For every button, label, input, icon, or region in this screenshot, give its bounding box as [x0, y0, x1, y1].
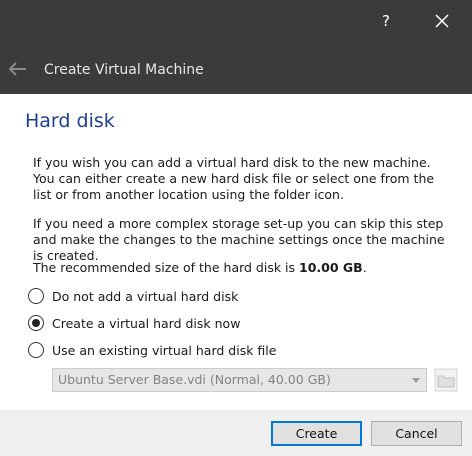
button-bar: Create Cancel — [0, 410, 472, 456]
close-icon — [435, 14, 449, 28]
create-button[interactable]: Create — [271, 421, 362, 446]
chevron-down-icon — [412, 378, 420, 383]
radio-no-disk[interactable] — [28, 288, 44, 304]
title-bar: ? Create Virtual Machine — [0, 0, 472, 94]
page-title: Hard disk — [25, 110, 115, 132]
close-button[interactable] — [430, 9, 454, 33]
cancel-button[interactable]: Cancel — [371, 421, 462, 446]
recommended-size-text: The recommended size of the hard disk is… — [33, 260, 367, 276]
option-create-disk-label: Create a virtual hard disk now — [52, 315, 241, 331]
option-no-disk-label: Do not add a virtual hard disk — [52, 288, 239, 304]
radio-create-disk[interactable] — [28, 315, 44, 331]
disk-file-select[interactable]: Ubuntu Server Base.vdi (Normal, 40.00 GB… — [52, 368, 427, 392]
option-create-disk[interactable]: Create a virtual hard disk now — [28, 314, 240, 332]
option-no-disk[interactable]: Do not add a virtual hard disk — [28, 287, 238, 305]
disk-file-select-value: Ubuntu Server Base.vdi (Normal, 40.00 GB… — [58, 372, 331, 387]
recommended-suffix: . — [362, 260, 367, 275]
help-icon: ? — [382, 12, 390, 30]
window-title: Create Virtual Machine — [44, 62, 204, 78]
recommended-prefix: The recommended size of the hard disk is — [33, 260, 300, 275]
wizard-page: Hard disk If you wish you can add a virt… — [0, 94, 472, 410]
choose-disk-file-button[interactable] — [434, 368, 458, 392]
storage-paragraph: If you need a more complex storage set-u… — [33, 216, 445, 263]
back-button[interactable] — [8, 60, 28, 78]
arrow-left-icon — [8, 62, 26, 76]
intro-paragraph: If you wish you can add a virtual hard d… — [33, 155, 435, 202]
recommended-size-value: 10.00 GB — [299, 260, 363, 275]
option-existing-disk[interactable]: Use an existing virtual hard disk file — [28, 341, 276, 359]
folder-icon — [434, 368, 458, 392]
help-button[interactable]: ? — [376, 10, 396, 32]
radio-existing-disk[interactable] — [28, 342, 44, 358]
option-existing-disk-label: Use an existing virtual hard disk file — [52, 342, 277, 358]
